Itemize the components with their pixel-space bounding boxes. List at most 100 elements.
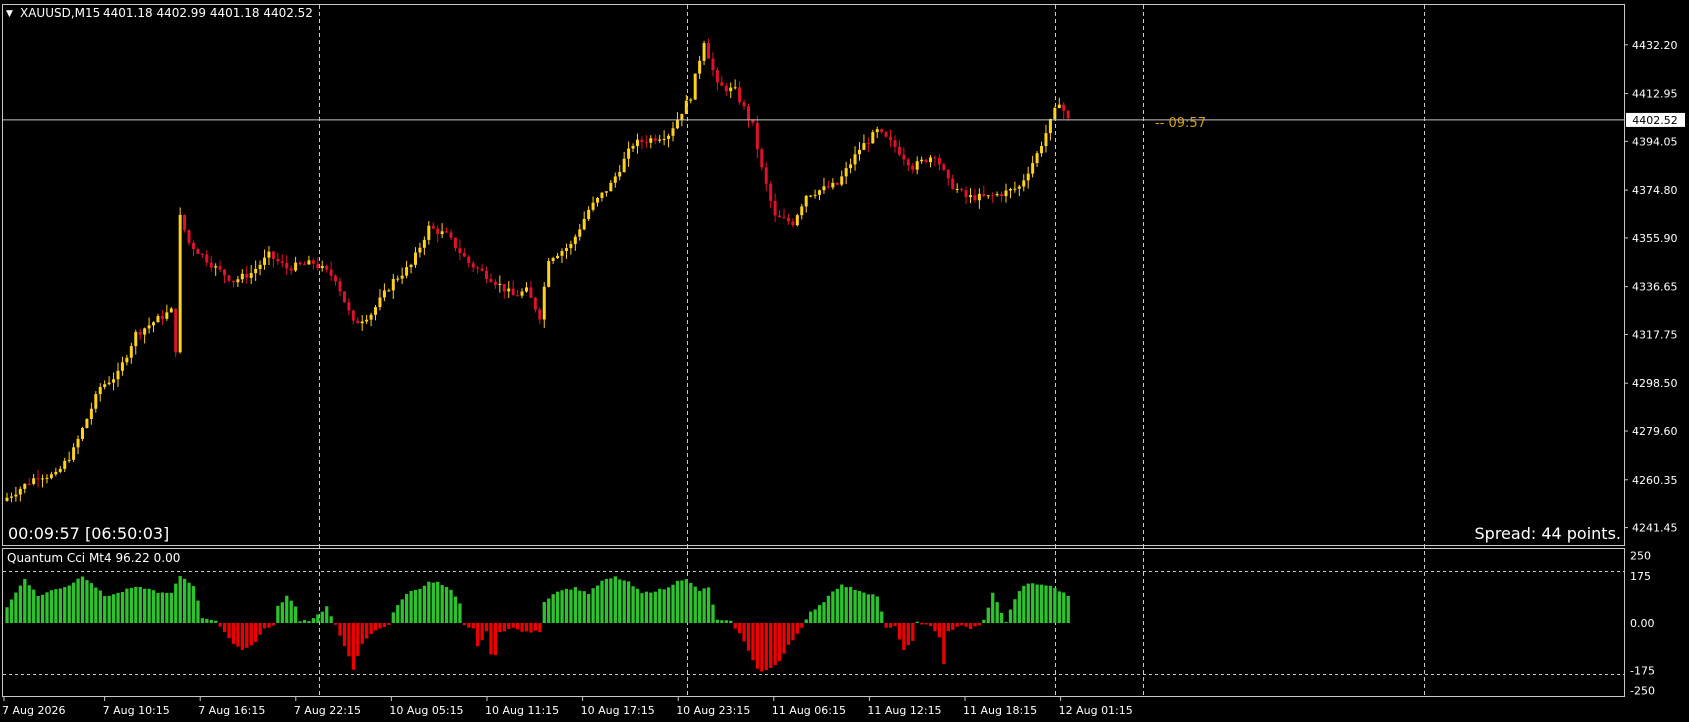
candle-body [1026,173,1030,181]
time-tick-label: 11 Aug 18:15 [963,704,1037,717]
candle-body [112,379,116,383]
candle-body [85,419,89,429]
cci-bar [307,621,311,623]
cci-bar [564,588,569,623]
cci-bar [769,623,773,669]
cci-bar [880,611,884,623]
cci-bar [973,623,977,627]
candle-body [880,129,884,132]
cci-bar [94,587,98,623]
candle [178,207,182,354]
cci-bar [245,623,249,648]
candle-body [107,382,111,385]
candle-body [857,149,861,155]
price-tick-label: 4317.75 [1632,328,1678,341]
candle-body [968,195,972,198]
candle-body [786,217,790,222]
candle-body [711,58,715,71]
candle-body [338,281,342,292]
candle [183,214,187,233]
price-tick-label: 4336.65 [1632,281,1678,294]
candle-body [556,255,560,259]
cci-bar [862,592,866,623]
cci-bar [555,591,560,623]
candle-body [893,140,897,147]
candle-body [680,113,684,120]
cci-bar [391,612,395,623]
cci-bar [831,591,835,623]
cci-bar [178,576,182,623]
cci-bar [547,598,551,623]
candle-body [995,194,999,196]
candle-body [263,257,267,265]
candle-body [254,268,258,274]
cci-bar [289,600,293,623]
candle-body [733,87,737,89]
time-tick: 7 Aug 10:15 [103,697,170,717]
candle-body [449,232,453,238]
candle-body [405,267,409,276]
price-tick: 4394.05 [1624,135,1678,148]
cci-bar [853,590,857,623]
cci-bar [489,623,493,655]
candle-body [929,157,933,163]
cci-bar [995,602,999,623]
cci-bar [427,581,431,623]
cci-bar [742,623,746,642]
candle-body [724,85,728,92]
cci-bar [174,583,178,623]
candle-body [365,319,369,322]
price-tick: 4355.90 [1624,232,1678,245]
candle-body [80,428,84,439]
cci-bar [378,623,382,629]
countdown-label: -- 09:57 [1155,116,1206,131]
candle-body [467,256,471,264]
cci-bar [342,623,347,647]
candle-body [951,178,955,190]
candle-body [826,186,830,188]
cci-bar [333,623,338,625]
candle-body [298,262,302,265]
candle-body [72,447,76,460]
cci-bar [165,592,169,623]
candle-body [67,459,71,461]
cci-bar [1026,583,1030,623]
candle-body [560,250,564,256]
cci-bar [209,620,213,623]
candle-body [1035,153,1039,164]
cci-bar [964,623,968,627]
candle-body [76,438,80,448]
candle-body [294,262,298,271]
candle-body [214,266,218,268]
candle-body [591,202,595,210]
cci-bar [511,623,515,628]
cci-bar [120,591,125,623]
candle-body [493,281,497,285]
candle-body [14,494,18,497]
cci-bar [134,586,138,623]
cci-bar [107,595,111,623]
price-tick-label: 4241.45 [1632,522,1678,535]
candle-body [618,171,622,177]
time-tick-label: 10 Aug 17:15 [581,704,655,717]
time-axis[interactable]: 7 Aug 2026 7 Aug 10:15 7 Aug 16:15 7 Aug 22… [2,697,1133,717]
cci-bar [698,590,702,623]
candle [80,426,84,441]
chart-menu-arrow-icon[interactable]: ▼ [6,9,13,19]
candle-body [547,261,551,287]
chart-canvas[interactable]: 4432.20 4412.95 4394.05 4374.80 4355.90 4336.… [0,0,1689,722]
candle-body [578,229,582,237]
time-tick: 10 Aug 11:15 [485,697,559,717]
candle-body [485,270,489,279]
cci-bar [480,623,484,641]
cci-bar [671,584,675,623]
indicator-axis[interactable]: 250 175 0.00 -175 -250 [1630,550,1655,698]
cci-bar [18,585,23,623]
trading-chart-window: 4432.20 4412.95 4394.05 4374.80 4355.90 4336.… [0,0,1689,722]
candle-body [236,279,240,283]
candle-body [760,149,764,168]
candle-body [334,275,338,282]
candle-body [316,263,320,269]
cci-bar [54,589,58,623]
candle-body [920,159,924,162]
